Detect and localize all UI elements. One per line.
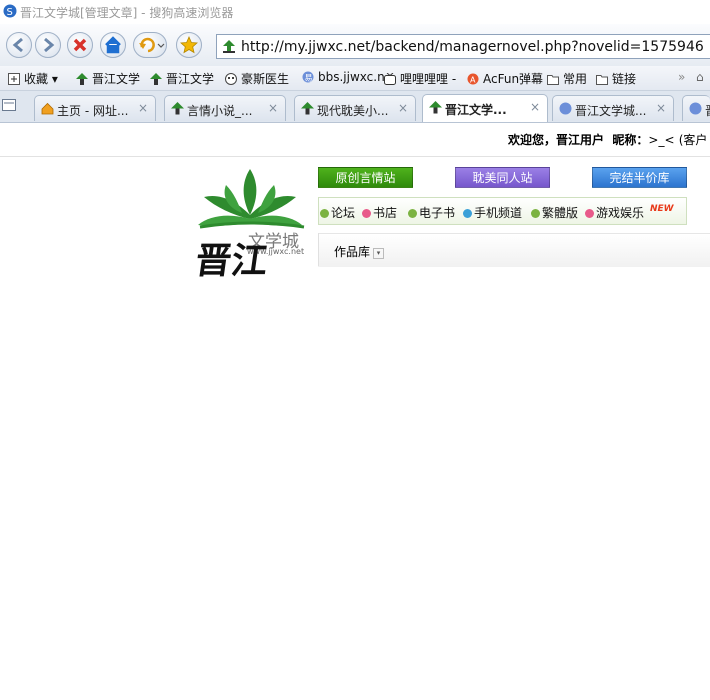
library-divider [318,233,319,266]
tab-label: 晋江文学城... [575,104,647,118]
finished-half-price-button[interactable]: 完结半价库 [592,167,687,188]
tab-close-icon[interactable]: × [398,101,408,115]
forward-arrow-icon [44,37,55,53]
tab-jjwxc-active[interactable]: 晋江文学... × [422,94,548,122]
ebook-link[interactable]: 电子书 [408,204,455,221]
bookmark-item[interactable]: 晋江文学 [76,70,140,87]
dropdown-arrow-icon: ▾ [373,248,385,259]
user-type-text: (客户 [678,133,708,147]
bookstore-icon [362,209,371,218]
new-badge: NEW [650,204,674,214]
jjwxc-tree-icon [301,102,314,115]
library-menu-bar: 作品库 ▾ [318,233,710,267]
header-divider [0,156,710,157]
back-button[interactable] [6,32,32,58]
tab-jjwxc-city[interactable]: 晋江文学城... × [552,95,674,121]
mobile-icon [463,209,472,218]
favorites-button[interactable] [176,32,202,58]
home-icon [105,36,121,54]
bookmark-item[interactable]: 易 bbs.jjwxc.n [302,70,385,84]
svg-text:易: 易 [305,74,313,83]
tab-close-icon[interactable]: × [530,100,540,114]
tab-modern-novels[interactable]: 现代耽美小... × [294,95,416,121]
jjwxc-tree-icon [76,73,88,85]
site-favicon-icon [223,40,235,53]
jjwxc-tree-icon [150,73,162,85]
nickname-value: >_< [648,133,675,147]
welcome-text: 欢迎您，晋江用户 [508,133,605,147]
bookmark-item[interactable]: 晋江文学 [150,70,214,87]
folder-icon [547,75,559,85]
acfun-icon: A [467,73,479,85]
sogou-icon [689,102,702,115]
tab-romance-novels[interactable]: 言情小说_... × [164,95,286,121]
bookstore-link[interactable]: 书店 [362,204,397,221]
tv-icon [384,73,396,85]
library-menu[interactable]: 作品库 ▾ [334,243,385,260]
bookmark-item[interactable]: 哩哩哩哩 - [384,70,456,87]
back-arrow-icon [12,37,23,53]
forum-link[interactable]: 论坛 [320,204,355,221]
stop-x-icon [73,38,87,52]
jjwxc-tree-icon [429,101,442,114]
home-button[interactable] [100,32,126,58]
plus-box-icon [8,73,20,85]
trash-icon[interactable]: ⌂ [696,70,704,84]
bookmark-item[interactable]: 豪斯医生 [225,70,289,87]
bookmark-favorites-menu[interactable]: 收藏 ▾ [8,70,58,87]
sogou-icon: 易 [302,71,314,83]
tab-label: 主页 - 网址... [57,104,129,118]
tab-strip: 主页 - 网址... × 言情小说_... × 现代耽美小... × 晋江文学.… [0,91,710,123]
undo-close-button[interactable] [133,32,167,58]
sogou-icon [559,102,572,115]
svg-text:A: A [470,76,476,85]
ebook-icon [408,209,417,218]
url-text: http://my.jjwxc.net/backend/managernovel… [241,39,704,55]
folder-icon [596,75,608,85]
traditional-chinese-link[interactable]: 繁體版 [531,204,578,221]
jjwxc-tree-icon [171,102,184,115]
tab-label: 现代耽美小... [317,104,389,118]
games-icon [585,209,594,218]
logo-calligraphy: 晋江 [192,240,271,282]
sogou-browser-icon: S [3,4,17,18]
danmei-fanfic-button[interactable]: 耽美同人站 [455,167,550,188]
address-bar[interactable]: http://my.jjwxc.net/backend/managernovel… [216,34,710,59]
forum-icon [320,209,329,218]
mobile-channel-link[interactable]: 手机频道 [463,204,522,221]
bookmarks-bar: 收藏 ▾ 晋江文学 晋江文学 豪斯医生 易 bbs.jjwxc.n 哩哩哩哩 - … [0,66,710,91]
nickname-label: 昵称： [612,133,649,147]
window-title: 晋江文学城[管理文章] - 搜狗高速浏览器 [20,6,234,20]
tab-label: 言情小说_... [187,104,253,118]
tab-list-icon[interactable] [2,99,16,111]
welcome-message: 欢迎您，晋江用户 昵称：>_< (客户 [508,131,707,148]
tab-close-icon[interactable]: × [268,101,278,115]
bookmark-folder[interactable]: 链接 [596,70,636,87]
undo-arrow-icon [139,37,165,53]
bookmark-folder[interactable]: 常用 [547,70,587,87]
title-bar: S 晋江文学城[管理文章] - 搜狗高速浏览器 [0,0,710,24]
traditional-icon [531,209,540,218]
svg-text:S: S [7,7,13,18]
tab-label: 晋 [705,102,710,119]
tab-home[interactable]: 主页 - 网址... × [34,95,156,121]
face-icon [225,73,237,85]
tab-jjwxc-partial[interactable]: 晋 [682,95,710,121]
library-label: 作品库 [334,245,371,259]
forward-button[interactable] [35,32,61,58]
games-entertainment-link[interactable]: 游戏娱乐 [585,204,644,221]
bookmark-item[interactable]: A AcFun弹幕 [467,70,543,87]
original-romance-button[interactable]: 原创言情站 [318,167,413,188]
bookmarks-overflow-chevron-icon[interactable]: » [678,70,685,84]
sub-navigation: 论坛 书店 电子书 手机频道 繁體版 游戏娱乐 NEW [318,197,687,225]
star-icon [180,35,198,54]
tab-close-icon[interactable]: × [138,101,148,115]
stop-button[interactable] [67,32,93,58]
home-icon [41,102,54,115]
tab-label: 晋江文学... [445,103,507,117]
tab-close-icon[interactable]: × [656,101,666,115]
